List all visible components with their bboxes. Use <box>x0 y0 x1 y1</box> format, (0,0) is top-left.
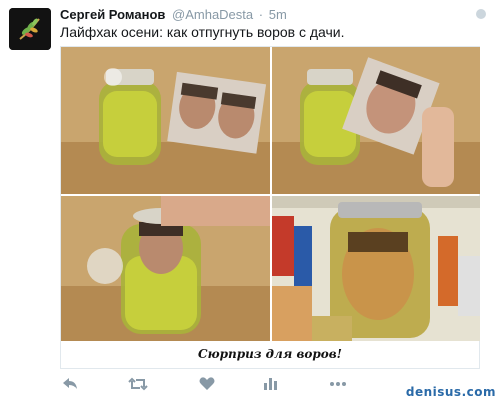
retweet-icon <box>128 377 148 391</box>
tweet-header: Сергей Романов @AmhaDesta · 5m <box>60 7 287 22</box>
separator: · <box>258 7 264 22</box>
leaf-sprig-logo-icon <box>9 8 51 50</box>
media-caption: Сюрприз для воров! <box>198 347 342 361</box>
like-icon <box>199 377 215 390</box>
tweet-media[interactable]: Сюрприз для воров! <box>60 46 480 369</box>
more-options-icon[interactable] <box>476 9 486 19</box>
tweet-text: Лайфхак осени: как отпугнуть воров с дач… <box>60 24 345 40</box>
analytics-button[interactable] <box>260 374 280 394</box>
avatar[interactable] <box>9 8 51 50</box>
timestamp[interactable]: 5m <box>269 7 287 22</box>
author-name[interactable]: Сергей Романов <box>60 7 165 22</box>
tweet-card: Сергей Романов @AmhaDesta · 5m Лайфхак о… <box>0 0 500 403</box>
media-panel-jar-with-photo <box>61 47 270 194</box>
media-panel-insert-photo <box>272 47 480 194</box>
more-button[interactable] <box>328 374 348 394</box>
retweet-button[interactable] <box>128 374 148 394</box>
media-panel-fridge <box>272 196 480 341</box>
media-panel-close-lid <box>61 196 270 341</box>
reply-icon <box>63 378 77 389</box>
analytics-icon <box>264 378 277 390</box>
more-icon <box>330 382 346 386</box>
author-handle[interactable]: @AmhaDesta <box>172 7 253 22</box>
tweet-actions <box>60 374 360 394</box>
like-button[interactable] <box>197 374 217 394</box>
watermark: denisus.com <box>405 385 496 399</box>
reply-button[interactable] <box>60 374 80 394</box>
